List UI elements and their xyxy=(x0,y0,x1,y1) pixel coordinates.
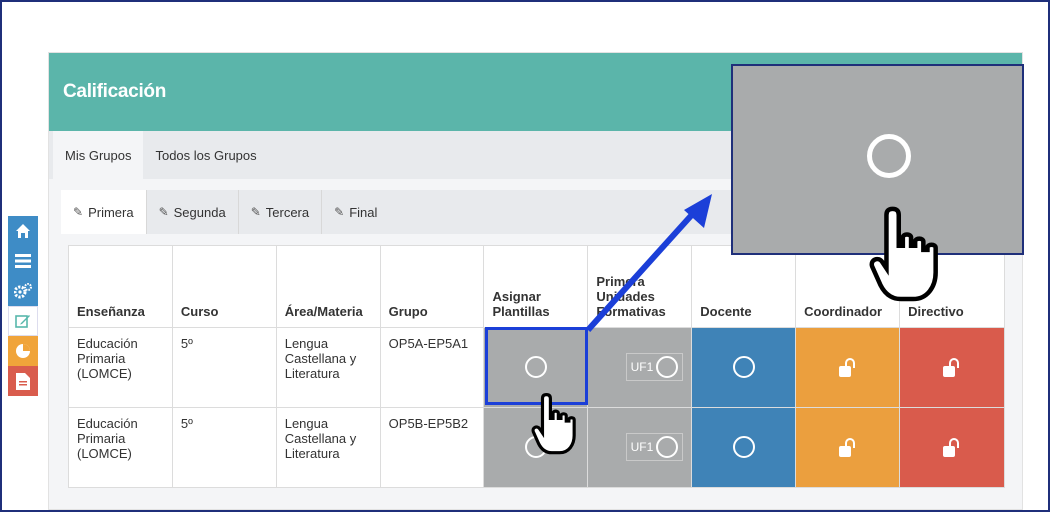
annotation-arrow xyxy=(585,194,712,333)
header-asignar-plantillas: Asignar Plantillas xyxy=(483,245,589,328)
tab-todos-los-grupos[interactable]: Todos los Grupos xyxy=(143,131,268,179)
table-header-row: Enseñanza Curso Área/Materia Grupo Asign… xyxy=(68,245,1005,328)
unlock-icon xyxy=(943,437,961,457)
cell-curso: 5º xyxy=(171,327,277,408)
edit-icon: ✎ xyxy=(158,205,169,219)
tab-mis-grupos[interactable]: Mis Grupos xyxy=(53,131,144,179)
page-title: Calificación xyxy=(63,81,167,102)
left-sidebar xyxy=(8,216,38,396)
header-area: Área/Materia xyxy=(275,245,381,328)
cell-area: Lengua Castellana y Literatura xyxy=(275,407,381,488)
tab-label: Primera xyxy=(88,204,134,220)
list-icon[interactable] xyxy=(8,246,38,276)
directivo-button[interactable] xyxy=(899,327,1005,408)
tab-label: Tercera xyxy=(265,204,310,220)
file-icon[interactable] xyxy=(8,366,38,396)
unidades-formativas-cell: UF1 xyxy=(587,407,693,488)
hand-cursor-icon xyxy=(531,393,576,455)
edit-icon[interactable] xyxy=(8,306,38,336)
cell-area: Lengua Castellana y Literatura xyxy=(275,327,381,408)
tab-primera[interactable]: ✎ Primera xyxy=(61,190,147,234)
directivo-button[interactable] xyxy=(899,407,1005,488)
cell-grupo: OP5B-EP5B2 xyxy=(379,407,485,488)
uf1-button[interactable]: UF1 xyxy=(625,353,684,381)
circle-icon xyxy=(656,436,679,458)
hand-cursor-icon xyxy=(869,206,938,302)
tab-tercera[interactable]: ✎ Tercera xyxy=(239,190,323,234)
uf-label: UF1 xyxy=(630,360,654,374)
cell-ensenanza: Educación Primaria (LOMCE) xyxy=(68,407,173,488)
uf-label: UF1 xyxy=(630,440,654,454)
unlock-icon xyxy=(943,357,961,377)
tab-final[interactable]: ✎ Final xyxy=(322,190,389,234)
unlock-icon xyxy=(838,437,857,457)
docente-button[interactable] xyxy=(691,407,797,488)
header-ensenanza: Enseñanza xyxy=(68,245,173,328)
circle-icon xyxy=(656,356,679,378)
coordinador-button[interactable] xyxy=(795,407,901,488)
coordinador-button[interactable] xyxy=(795,327,901,408)
circle-icon xyxy=(732,356,755,378)
home-icon[interactable] xyxy=(8,216,38,246)
circle-icon xyxy=(867,134,911,178)
pie-chart-icon[interactable] xyxy=(8,336,38,366)
edit-icon: ✎ xyxy=(334,205,345,219)
header-grupo: Grupo xyxy=(379,245,485,328)
tab-segunda[interactable]: ✎ Segunda xyxy=(147,190,239,234)
circle-icon xyxy=(732,436,755,458)
cell-grupo: OP5A-EP5A1 xyxy=(379,327,485,408)
cell-ensenanza: Educación Primaria (LOMCE) xyxy=(68,327,173,408)
uf1-button[interactable]: UF1 xyxy=(625,433,684,461)
edit-icon: ✎ xyxy=(250,205,261,219)
tab-label: Final xyxy=(349,204,378,220)
edit-icon: ✎ xyxy=(73,205,84,219)
header-curso: Curso xyxy=(171,245,277,328)
cell-curso: 5º xyxy=(171,407,277,488)
tab-label: Segunda xyxy=(173,204,226,220)
cogs-icon[interactable] xyxy=(8,276,38,306)
unlock-icon xyxy=(838,357,857,377)
